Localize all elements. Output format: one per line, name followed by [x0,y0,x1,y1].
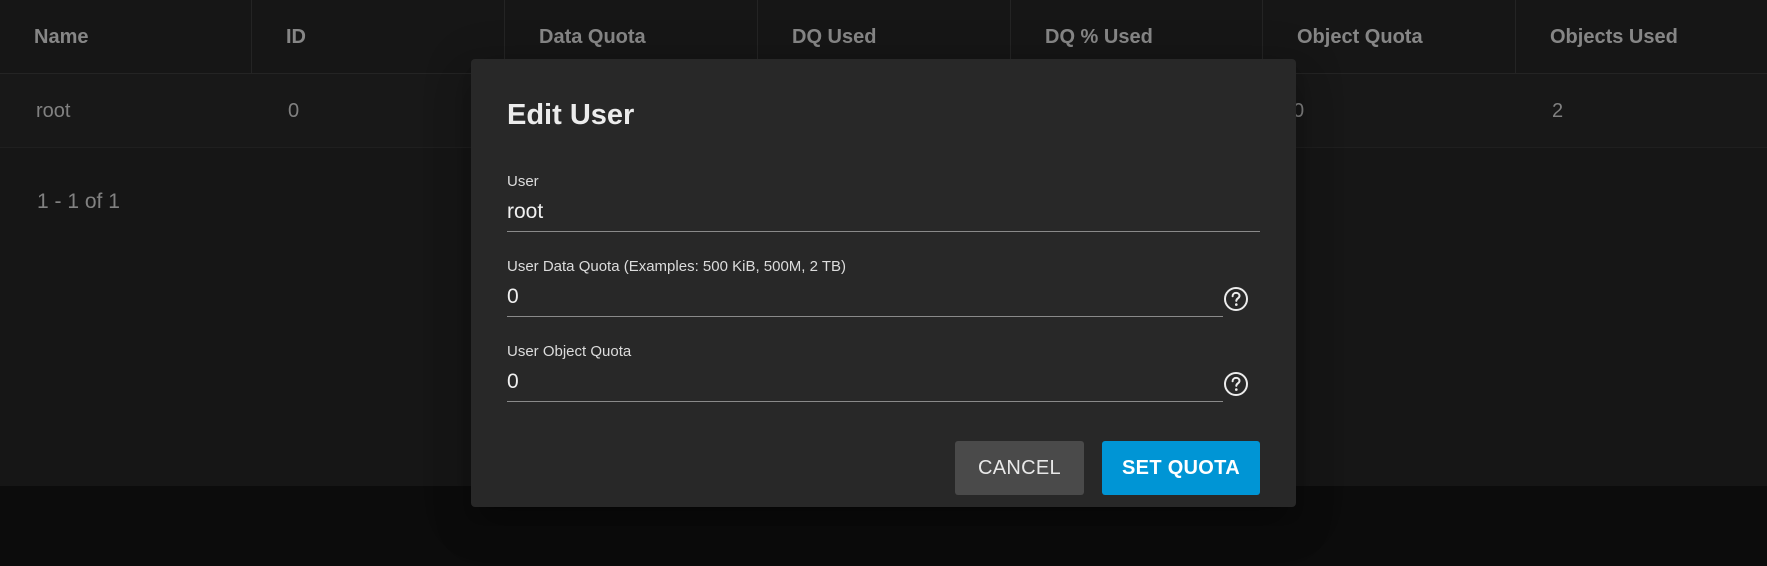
object-quota-help-icon[interactable] [1222,370,1250,398]
screen: Name ID Data Quota DQ Used DQ % Used Obj… [0,0,1767,566]
data-quota-input[interactable] [507,281,1223,317]
data-quota-help-icon[interactable] [1222,285,1250,313]
cancel-button[interactable]: CANCEL [955,441,1084,495]
data-quota-label: User Data Quota (Examples: 500 KiB, 500M… [507,258,847,275]
user-field-label: User [507,173,539,190]
dialog-title: Edit User [507,99,635,131]
object-quota-label: User Object Quota [507,343,632,360]
user-field: User [507,173,1260,232]
set-quota-button[interactable]: SET QUOTA [1102,441,1260,495]
edit-user-dialog: Edit User User User Data Quota (Examples… [471,59,1296,507]
object-quota-input[interactable] [507,366,1223,402]
user-input[interactable] [507,196,1260,232]
data-quota-field: User Data Quota (Examples: 500 KiB, 500M… [507,258,1223,317]
object-quota-field: User Object Quota [507,343,1223,402]
